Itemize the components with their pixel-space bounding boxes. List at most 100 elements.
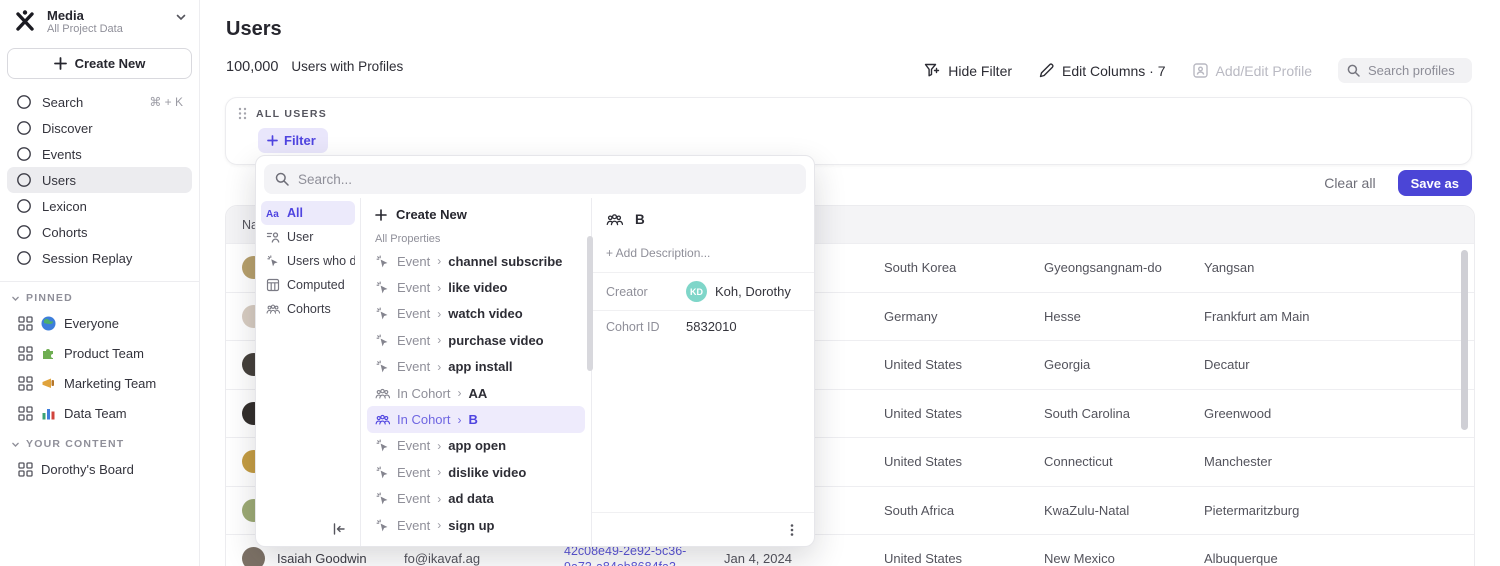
pinned-board-item[interactable]: Everyone bbox=[7, 308, 192, 338]
lexicon-icon bbox=[16, 198, 32, 214]
event-icon bbox=[375, 359, 390, 374]
events-icon bbox=[16, 146, 32, 162]
page-title: Users bbox=[226, 18, 282, 41]
more-options-icon[interactable] bbox=[784, 522, 800, 538]
board-icon bbox=[18, 376, 33, 391]
pinned-board-label: Everyone bbox=[64, 316, 119, 331]
pinned-section-header[interactable]: PINNED bbox=[0, 288, 199, 308]
user-region: KwaZulu-Natal bbox=[1044, 503, 1204, 518]
event-icon bbox=[375, 438, 390, 453]
property-option[interactable]: Event › channel subscribe bbox=[367, 248, 585, 274]
property-option[interactable]: In Cohort › B bbox=[367, 406, 585, 432]
edit-columns-button[interactable]: Edit Columns · 7 bbox=[1038, 62, 1165, 79]
sidebar-nav-item[interactable]: Lexicon bbox=[7, 193, 192, 219]
search-profiles-input[interactable]: Search profiles bbox=[1338, 58, 1472, 83]
sidebar-nav-item[interactable]: Cohorts bbox=[7, 219, 192, 245]
add-filter-button[interactable]: Filter bbox=[258, 128, 328, 153]
user-country: Germany bbox=[884, 309, 1044, 324]
workspace-switcher[interactable]: Media All Project Data bbox=[0, 6, 199, 42]
plus-icon bbox=[54, 57, 67, 70]
funnel-icon bbox=[924, 62, 941, 79]
property-option[interactable]: Event › ad data bbox=[367, 486, 585, 512]
pinned-board-item[interactable]: Marketing Team bbox=[7, 368, 192, 398]
property-option[interactable]: Event › app open bbox=[367, 433, 585, 459]
property-option[interactable]: Event › purchase video bbox=[367, 327, 585, 353]
property-prefix: Event bbox=[397, 280, 430, 295]
dropdown-search-input[interactable]: Search... bbox=[264, 164, 806, 194]
user-count-label[interactable]: Users with Profiles bbox=[291, 59, 403, 74]
property-name: AA bbox=[468, 386, 487, 401]
pencil-icon bbox=[1038, 62, 1055, 79]
your-content-section-header[interactable]: YOUR CONTENT bbox=[0, 434, 199, 454]
user-region: Gyeongsangnam-do bbox=[1044, 260, 1204, 275]
create-new-button[interactable]: Create New bbox=[7, 48, 192, 79]
hide-filter-button[interactable]: Hide Filter bbox=[924, 62, 1012, 79]
dropdown-scrollbar[interactable] bbox=[587, 236, 593, 371]
create-new-property-button[interactable]: Create New bbox=[367, 200, 585, 229]
your-content-boards: Dorothy's Board bbox=[0, 454, 199, 484]
pinned-board-item[interactable]: Product Team bbox=[7, 338, 192, 368]
event-icon bbox=[375, 254, 390, 269]
user-email: fo@ikavaf.ag bbox=[404, 551, 564, 566]
pinned-board-item[interactable]: Data Team bbox=[7, 398, 192, 428]
your-content-board-item[interactable]: Dorothy's Board bbox=[7, 454, 192, 484]
sidebar-nav-item[interactable]: Session Replay bbox=[7, 245, 192, 271]
property-name: app open bbox=[448, 438, 506, 453]
sidebar-nav-item[interactable]: Search ⌘ + K bbox=[7, 89, 192, 115]
save-as-button[interactable]: Save as bbox=[1398, 170, 1472, 196]
collapse-panel-icon[interactable] bbox=[331, 521, 347, 537]
add-description-button[interactable]: + Add Description... bbox=[592, 238, 814, 272]
pinned-board-label: Product Team bbox=[64, 346, 144, 361]
divider bbox=[0, 281, 199, 282]
user-country: United States bbox=[884, 406, 1044, 421]
chevron-down-icon bbox=[175, 11, 187, 23]
chevron-right-icon: › bbox=[437, 492, 441, 506]
sidebar-nav-item[interactable]: Discover bbox=[7, 115, 192, 141]
property-option[interactable]: In Cohort › AA bbox=[367, 380, 585, 406]
header-toolbar: Hide Filter Edit Columns · 7 Add/Edit Pr… bbox=[924, 58, 1472, 83]
property-category-label: Cohorts bbox=[287, 302, 331, 316]
sidebar-nav-item[interactable]: Users bbox=[7, 167, 192, 193]
property-option[interactable]: Event › watch video bbox=[367, 301, 585, 327]
users-page: Media All Project Data Create New Search… bbox=[0, 0, 1500, 566]
user-region: Hesse bbox=[1044, 309, 1204, 324]
property-category-list: Aa All Aa bbox=[256, 198, 361, 546]
sidebar-nav-item[interactable]: Events bbox=[7, 141, 192, 167]
table-scrollbar[interactable] bbox=[1461, 250, 1468, 430]
user-region: Connecticut bbox=[1044, 454, 1204, 469]
cohort-icon bbox=[606, 211, 623, 228]
user-region: South Carolina bbox=[1044, 406, 1204, 421]
property-option[interactable]: Event › app install bbox=[367, 354, 585, 380]
property-option[interactable]: Event › dislike video bbox=[367, 459, 585, 485]
property-category-label: All bbox=[287, 206, 303, 220]
chevron-right-icon: › bbox=[457, 413, 461, 427]
clear-all-button[interactable]: Clear all bbox=[1324, 175, 1375, 191]
property-category-label: Computed bbox=[287, 278, 345, 292]
user-country: South Korea bbox=[884, 260, 1044, 275]
app-logo-icon bbox=[12, 8, 38, 34]
megaphone-emoji-icon bbox=[41, 376, 56, 391]
property-name: like video bbox=[448, 280, 507, 295]
property-category[interactable]: Aa Cohorts bbox=[261, 297, 355, 321]
user-icon bbox=[266, 230, 280, 244]
aa-icon: Aa bbox=[266, 206, 280, 220]
property-category[interactable]: Aa All bbox=[261, 201, 355, 225]
property-category[interactable]: Aa User bbox=[261, 225, 355, 249]
property-prefix: Event bbox=[397, 306, 430, 321]
filter-actions: Clear all Save as bbox=[1324, 170, 1472, 196]
property-category[interactable]: Aa Users who di... bbox=[261, 249, 355, 273]
property-option[interactable]: Event › like video bbox=[367, 274, 585, 300]
event-icon bbox=[375, 306, 390, 321]
property-prefix: Event bbox=[397, 438, 430, 453]
property-category[interactable]: Aa Computed bbox=[261, 273, 355, 297]
all-users-section-label: ALL USERS bbox=[256, 108, 327, 120]
sidebar-item-label: Lexicon bbox=[42, 199, 87, 214]
pinned-boards: Everyone Product Team bbox=[0, 308, 199, 428]
add-edit-profile-button[interactable]: Add/Edit Profile bbox=[1192, 62, 1313, 79]
sidebar-item-label: Events bbox=[42, 147, 82, 162]
property-option[interactable]: Event › sign up bbox=[367, 512, 585, 538]
creator-row: Creator KD Koh, Dorothy bbox=[592, 272, 814, 310]
cohort-id-row: Cohort ID 5832010 bbox=[592, 310, 814, 342]
drag-handle-icon[interactable] bbox=[238, 107, 247, 120]
sidebar: Media All Project Data Create New Search… bbox=[0, 0, 200, 566]
